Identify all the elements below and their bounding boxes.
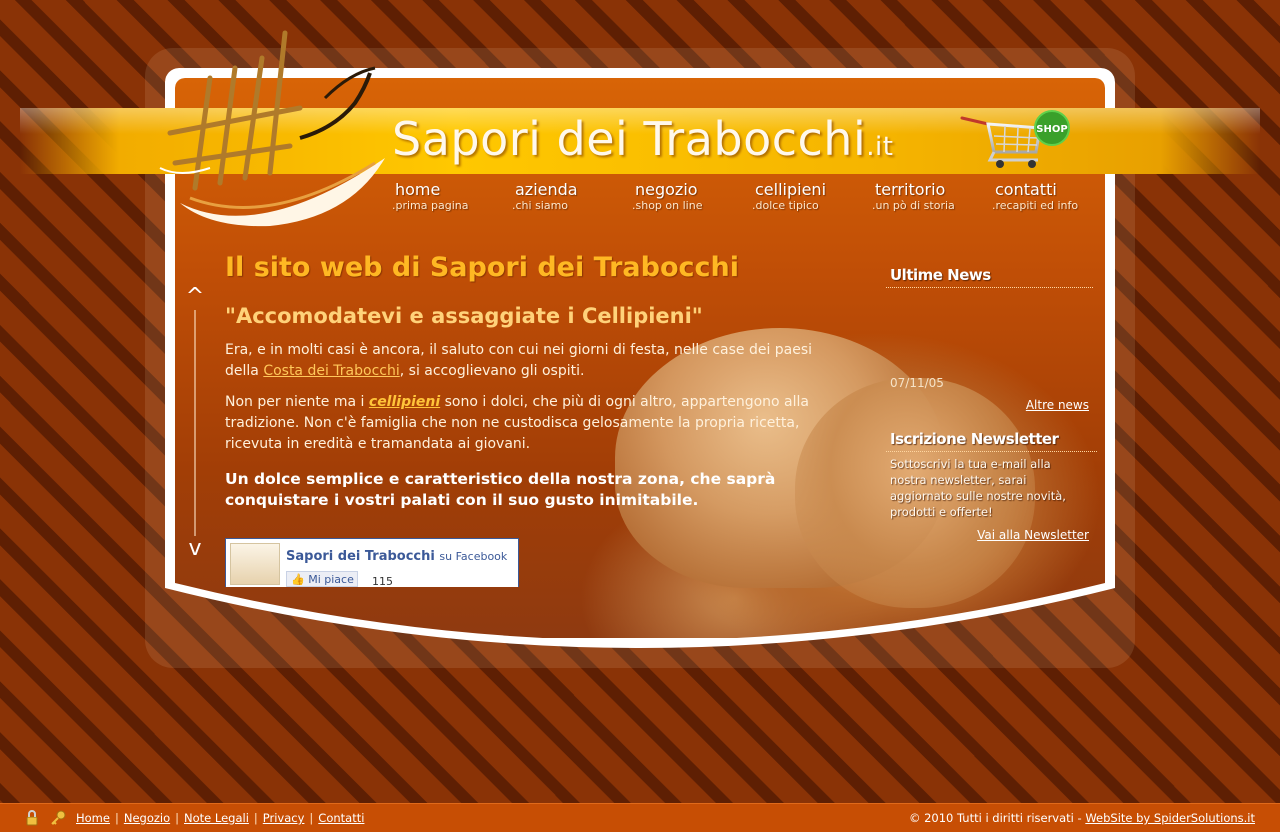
trabocco-logo-icon[interactable] (150, 28, 390, 228)
footer: Home | Negozio | Note Legali | Privacy | Contatt… (0, 803, 1280, 832)
site-title-tld: .it (866, 132, 894, 162)
newsletter-heading: Iscrizione Newsletter (886, 426, 1097, 452)
separator: | (114, 811, 119, 825)
shopping-cart-icon[interactable]: SHOP (960, 110, 1075, 170)
nav-item-territorio[interactable]: territorio .un pò di storia (872, 180, 982, 212)
tradition-paragraph: Non per niente ma i cellipieni sono i do… (225, 392, 845, 455)
like-label: Mi piace (308, 573, 354, 586)
nav-label: negozio (635, 180, 698, 199)
key-icon[interactable] (50, 810, 66, 826)
nav-sublabel: .dolce tipico (752, 199, 819, 212)
credit-link[interactable]: WebSite by SpiderSolutions.it (1085, 811, 1255, 825)
nav-sublabel: .recapiti ed info (992, 199, 1079, 212)
page-subtitle: "Accomodatevi e assaggiate i Cellipieni" (225, 304, 703, 328)
site-title-main: Sapori dei Trabocchi (392, 112, 867, 166)
text: , si accoglievano gli ospiti. (399, 363, 585, 379)
shop-badge: SHOP (1036, 124, 1067, 135)
nav-sublabel: .chi siamo (512, 199, 569, 212)
lock-icon[interactable] (24, 810, 40, 826)
main-content: Il sito web di Sapori dei Trabocchi "Acc… (225, 250, 845, 511)
copyright-text: © 2010 Tutti i diritti riservati - (908, 811, 1086, 825)
facebook-page-title[interactable]: Sapori dei Trabocchi (286, 549, 435, 564)
intro-paragraph: Era, e in molti casi è ancora, il saluto… (225, 340, 845, 382)
text: Non per niente ma i (225, 394, 369, 410)
cellipieni-link[interactable]: cellipieni (369, 394, 440, 410)
footer-link-note-legali[interactable]: Note Legali (184, 811, 249, 825)
nav-label: territorio (875, 180, 946, 199)
facebook-page-thumbnail[interactable] (230, 543, 280, 585)
site-title[interactable]: Sapori dei Trabocchi.it (392, 112, 893, 166)
footer-links: Home | Negozio | Note Legali | Privacy | Contatt… (76, 811, 364, 825)
newsletter-link[interactable]: Vai alla Newsletter (977, 528, 1089, 542)
footer-link-negozio[interactable]: Negozio (124, 811, 170, 825)
nav-item-azienda[interactable]: azienda .chi siamo (512, 180, 622, 212)
footer-copyright: © 2010 Tutti i diritti riservati - WebSi… (909, 811, 1255, 825)
nav-item-contatti[interactable]: contatti .recapiti ed info (992, 180, 1102, 212)
facebook-like-count: 115 (372, 575, 393, 588)
nav-sublabel: .shop on line (632, 199, 703, 212)
nav-item-cellipieni[interactable]: cellipieni .dolce tipico (752, 180, 862, 212)
facebook-like-box[interactable]: Sapori dei Trabocchi su Facebook 👍 Mi pi… (225, 538, 519, 588)
nav-label: home (395, 180, 441, 199)
nav-sublabel: .prima pagina (392, 199, 469, 212)
newsletter-text: Sottoscrivi la tua e-mail alla nostra ne… (890, 457, 1066, 519)
facebook-page-name[interactable]: Sapori dei Trabocchi su Facebook (286, 549, 507, 564)
nav-label: azienda (515, 180, 578, 199)
scroll-track[interactable] (194, 310, 196, 536)
facebook-on-label: su Facebook (439, 550, 508, 563)
scroll-up-arrow-icon[interactable]: ^ (183, 286, 207, 308)
separator: | (309, 811, 314, 825)
nav-sublabel: .un pò di storia (872, 199, 955, 212)
facebook-like-button[interactable]: 👍 Mi piace (286, 571, 358, 587)
costa-dei-trabocchi-link[interactable]: Costa dei Trabocchi (263, 363, 399, 379)
footer-link-home[interactable]: Home (76, 811, 110, 825)
sidebar: Ultime News 07/11/05 Altre news Iscrizio… (886, 262, 1097, 542)
page-title: Il sito web di Sapori dei Trabocchi (225, 252, 740, 283)
nav-label: contatti (995, 180, 1057, 199)
content-scrollbar[interactable]: ^ v (183, 286, 207, 560)
thumbs-up-icon: 👍 (291, 573, 305, 586)
news-heading: Ultime News (886, 262, 1093, 288)
nav-item-negozio[interactable]: negozio .shop on line (632, 180, 742, 212)
footer-link-privacy[interactable]: Privacy (263, 811, 305, 825)
separator: | (175, 811, 179, 825)
news-date: 07/11/05 (890, 376, 944, 390)
highlight-text: Un dolce semplice e caratteristico della… (225, 470, 776, 509)
scroll-down-arrow-icon[interactable]: v (183, 538, 207, 560)
more-news-link[interactable]: Altre news (1026, 398, 1089, 412)
nav-label: cellipieni (755, 180, 827, 199)
footer-link-contatti[interactable]: Contatti (318, 811, 364, 825)
nav-item-home[interactable]: home .prima pagina (392, 180, 502, 212)
separator: | (253, 811, 258, 825)
